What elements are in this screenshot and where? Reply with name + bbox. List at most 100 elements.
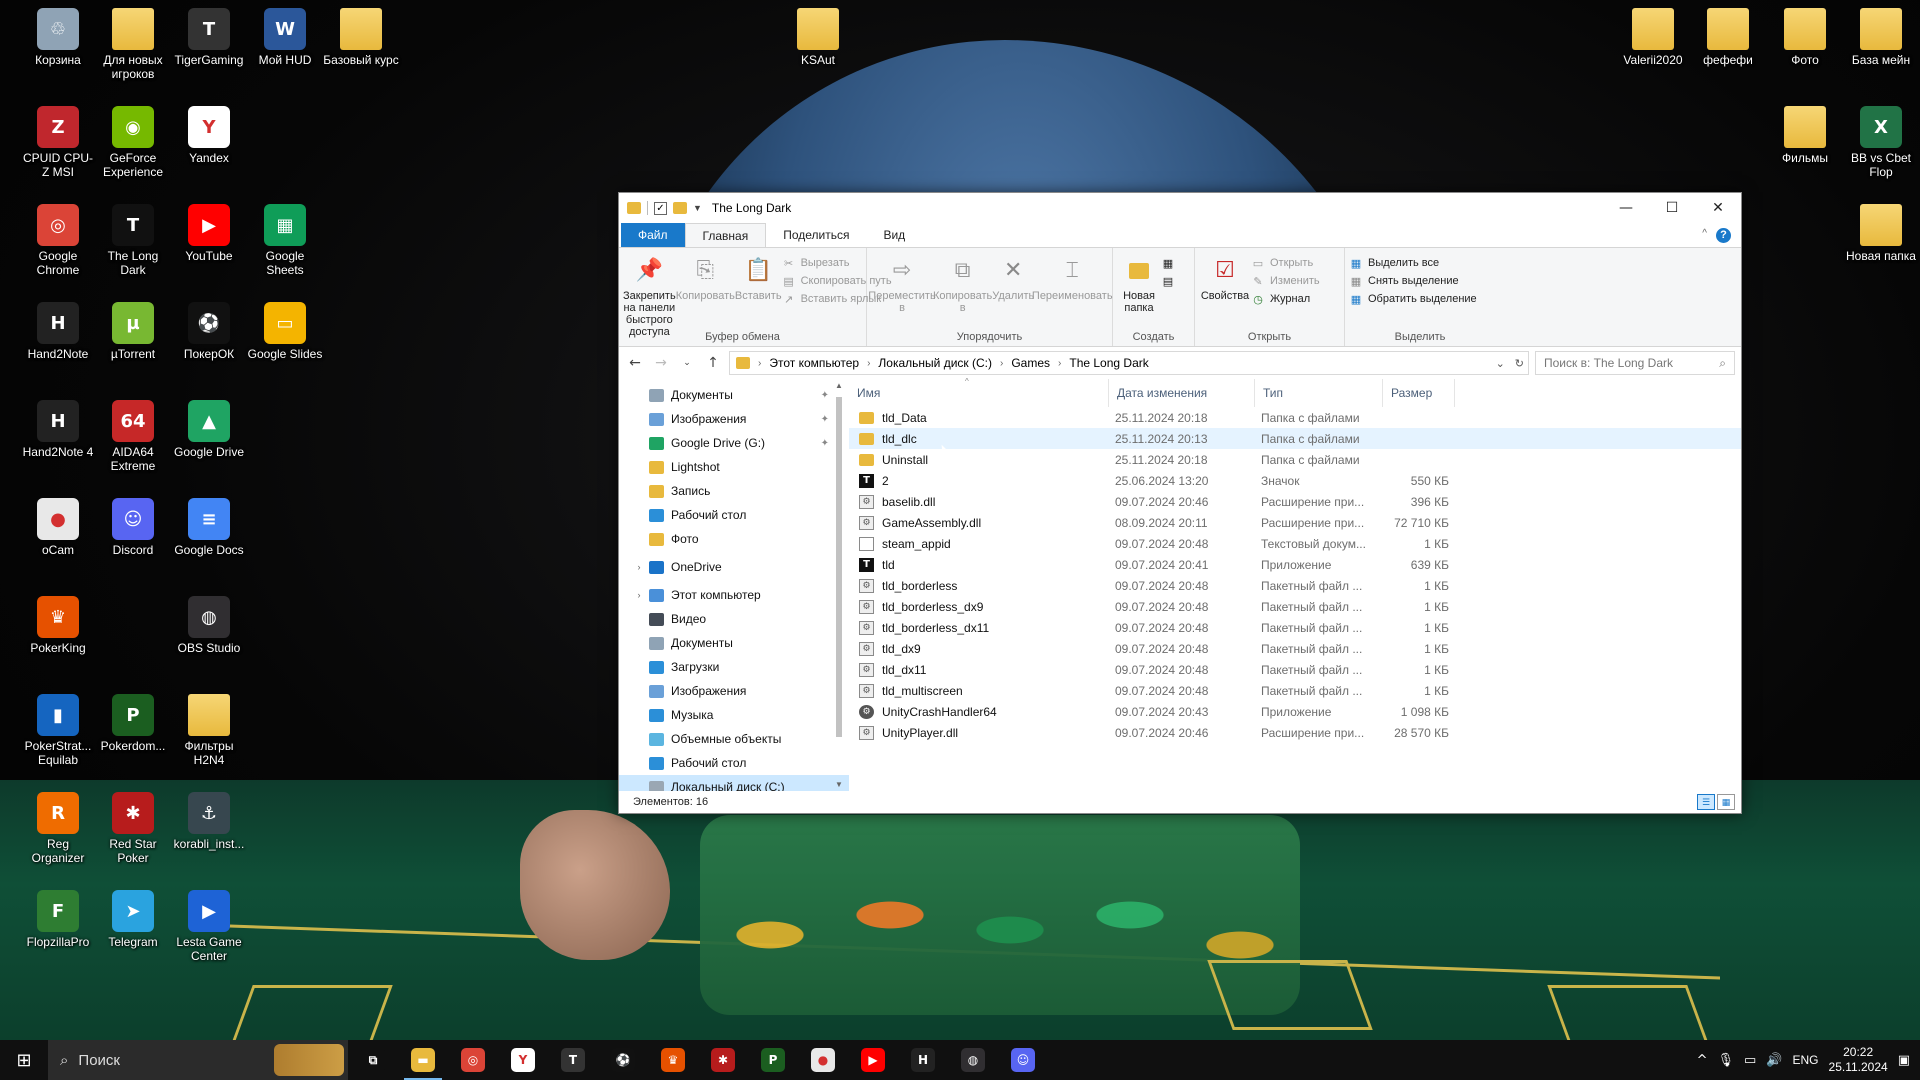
desktop-icon[interactable]: ◎ Google Chrome xyxy=(20,204,96,277)
desktop-icon[interactable]: H Hand2Note 4 xyxy=(20,400,96,459)
nav-item[interactable]: Запись xyxy=(619,479,849,503)
taskbar-app-button[interactable]: P xyxy=(748,1040,798,1080)
desktop-icon[interactable]: ♛ PokerKing xyxy=(20,596,96,655)
taskbar-app-button[interactable]: ☺ xyxy=(998,1040,1048,1080)
details-view-icon[interactable]: ☰ xyxy=(1697,794,1715,810)
file-row[interactable]: steam_appid 09.07.2024 20:48 Текстовый док… xyxy=(849,533,1741,554)
nav-item[interactable]: Изображения ✦ xyxy=(619,407,849,431)
desktop-icon[interactable]: X BB vs Cbet Flop xyxy=(1843,106,1919,179)
file-explorer-window[interactable]: ✓ ▼ The Long Dark — ☐ ✕ Файл Главная Под… xyxy=(618,192,1742,814)
desktop-icon[interactable]: База мейн xyxy=(1843,8,1919,67)
desktop-icon[interactable]: ▭ Google Slides xyxy=(247,302,323,361)
desktop-icon[interactable]: ▶ Lesta Game Center xyxy=(171,890,247,963)
desktop-icon[interactable]: ⚽ ПокерОК xyxy=(171,302,247,361)
taskbar-app-button[interactable]: ◍ xyxy=(948,1040,998,1080)
easy-access-button[interactable]: ▤ xyxy=(1161,274,1175,288)
address-history-chevron-icon[interactable]: ⌄ xyxy=(1496,357,1505,370)
file-row[interactable]: ⚙ tld_borderless 09.07.2024 20:48 Пакетный … xyxy=(849,575,1741,596)
desktop-icon[interactable]: ☺ Discord xyxy=(95,498,171,557)
back-arrow-icon[interactable]: ← xyxy=(625,355,645,371)
taskbar-app-button[interactable]: H xyxy=(898,1040,948,1080)
open-button[interactable]: ▭ Открыть xyxy=(1251,256,1320,270)
new-folder-quick-icon[interactable] xyxy=(673,202,687,214)
nav-item[interactable]: › OneDrive xyxy=(619,555,849,579)
expand-chevron-icon[interactable]: › xyxy=(633,562,645,572)
desktop-icon[interactable]: ➤ Telegram xyxy=(95,890,171,949)
nav-item[interactable]: Google Drive (G:) ✦ xyxy=(619,431,849,455)
file-row[interactable]: ⚙ tld_dx9 09.07.2024 20:48 Пакетный файл ..… xyxy=(849,638,1741,659)
maximize-button[interactable]: ☐ xyxy=(1649,193,1695,223)
taskbar-app-button[interactable]: ▶ xyxy=(848,1040,898,1080)
nav-item[interactable]: Загрузки xyxy=(619,655,849,679)
file-row[interactable]: ⚙ GameAssembly.dll 08.09.2024 20:11 Расшире… xyxy=(849,512,1741,533)
file-row[interactable]: tld_dlc 25.11.2024 20:13 Папка с файлами xyxy=(849,428,1741,449)
taskbar-search-input[interactable]: ⌕ Поиск xyxy=(48,1040,348,1080)
desktop-icon[interactable]: H Hand2Note xyxy=(20,302,96,361)
breadcrumb-item[interactable]: Этот компьютер xyxy=(769,356,859,370)
desktop-icon[interactable]: ♲ Корзина xyxy=(20,8,96,67)
desktop-icon[interactable]: Y Yandex xyxy=(171,106,247,165)
file-row[interactable]: ⚙ UnityCrashHandler64 09.07.2024 20:43 Прил… xyxy=(849,701,1741,722)
taskbar-app-button[interactable]: ● xyxy=(798,1040,848,1080)
edit-button[interactable]: ✎ Изменить xyxy=(1251,274,1319,288)
desktop-icon[interactable]: ▶ YouTube xyxy=(171,204,247,263)
properties-quick-icon[interactable]: ✓ xyxy=(654,201,667,215)
network-icon[interactable]: ▭ xyxy=(1744,1053,1756,1068)
tab-home[interactable]: Главная xyxy=(684,223,767,247)
desktop-icon[interactable]: ✱ Red Star Poker xyxy=(95,792,171,865)
desktop-icon[interactable]: Фото xyxy=(1767,8,1843,67)
title-bar[interactable]: ✓ ▼ The Long Dark — ☐ ✕ xyxy=(619,193,1741,223)
breadcrumb-chevron-icon[interactable]: › xyxy=(758,358,761,369)
desktop-icon[interactable]: Базовый курс xyxy=(323,8,399,67)
tab-share[interactable]: Поделиться xyxy=(766,223,866,247)
breadcrumb-item[interactable]: The Long Dark xyxy=(1069,356,1148,370)
desktop-icon[interactable]: Z CPUID CPU-Z MSI xyxy=(20,106,96,179)
forward-arrow-icon[interactable]: → xyxy=(651,355,671,371)
desktop-icon[interactable]: R Reg Organizer xyxy=(20,792,96,865)
taskbar-app-button[interactable]: ⚽ xyxy=(598,1040,648,1080)
desktop-icon[interactable]: µ µTorrent xyxy=(95,302,171,361)
taskbar-app-button[interactable]: ⧉ xyxy=(348,1040,398,1080)
column-type[interactable]: Тип xyxy=(1255,379,1383,407)
file-row[interactable]: tld_Data 25.11.2024 20:18 Папка с файлами xyxy=(849,407,1741,428)
file-row[interactable]: ⚙ tld_borderless_dx11 09.07.2024 20:48 Паке… xyxy=(849,617,1741,638)
desktop-icon[interactable]: W Мой HUD xyxy=(247,8,323,67)
desktop-icon[interactable]: Valerii2020 xyxy=(1615,8,1691,67)
help-icon[interactable]: ? xyxy=(1716,228,1731,243)
up-arrow-icon[interactable]: ↑ xyxy=(703,355,723,371)
file-row[interactable]: ⚙ UnityPlayer.dll 09.07.2024 20:46 Расширен… xyxy=(849,722,1741,743)
column-date-modified[interactable]: Дата изменения xyxy=(1109,379,1255,407)
new-item-button[interactable]: ▦ xyxy=(1161,256,1175,270)
desktop-icon[interactable]: ● oCam xyxy=(20,498,96,557)
nav-item[interactable]: Документы xyxy=(619,631,849,655)
nav-item[interactable]: Рабочий стол xyxy=(619,751,849,775)
start-button[interactable]: ⊞ xyxy=(0,1040,48,1080)
volume-icon[interactable]: 🔊 xyxy=(1766,1053,1782,1068)
tab-file[interactable]: Файл xyxy=(621,223,685,247)
breadcrumb-item[interactable]: Games xyxy=(1011,356,1050,370)
breadcrumb-chevron-icon[interactable]: › xyxy=(1000,358,1003,369)
navigation-pane[interactable]: Документы ✦ Изображения ✦ Google Drive (G:) ✦… xyxy=(619,379,849,791)
desktop-icon[interactable]: Новая папка xyxy=(1843,204,1919,263)
desktop-icon[interactable]: ◍ OBS Studio xyxy=(171,596,247,655)
nav-item[interactable]: Lightshot xyxy=(619,455,849,479)
customize-toolbar-chevron-icon[interactable]: ▼ xyxy=(693,203,702,213)
desktop-icon[interactable]: ▲ Google Drive xyxy=(171,400,247,459)
history-button[interactable]: ◷ Журнал xyxy=(1251,292,1320,306)
minimize-button[interactable]: — xyxy=(1603,193,1649,223)
clock[interactable]: 20:22 25.11.2024 xyxy=(1829,1045,1888,1075)
nav-item[interactable]: Рабочий стол xyxy=(619,503,849,527)
file-row[interactable]: ⚙ tld_dx11 09.07.2024 20:48 Пакетный файл .… xyxy=(849,659,1741,680)
nav-item[interactable]: › Этот компьютер xyxy=(619,583,849,607)
nav-item[interactable]: Объемные объекты xyxy=(619,727,849,751)
input-language[interactable]: ENG xyxy=(1793,1053,1819,1067)
breadcrumb-chevron-icon[interactable]: › xyxy=(867,358,870,369)
desktop-icon[interactable]: Фильтры H2N4 xyxy=(171,694,247,767)
address-bar[interactable]: › Этот компьютер › Локальный диск (C:) ›… xyxy=(729,351,1529,375)
desktop-icon[interactable]: ⚓ korabli_inst... xyxy=(171,792,247,851)
large-icons-view-icon[interactable]: ▦ xyxy=(1717,794,1735,810)
nav-item[interactable]: Локальный диск (C:) xyxy=(619,775,849,791)
scroll-down-icon[interactable]: ▼ xyxy=(833,780,845,789)
collapse-ribbon-chevron-icon[interactable]: ^ xyxy=(1702,228,1707,239)
file-row[interactable]: ⚙ baselib.dll 09.07.2024 20:46 Расширение п… xyxy=(849,491,1741,512)
